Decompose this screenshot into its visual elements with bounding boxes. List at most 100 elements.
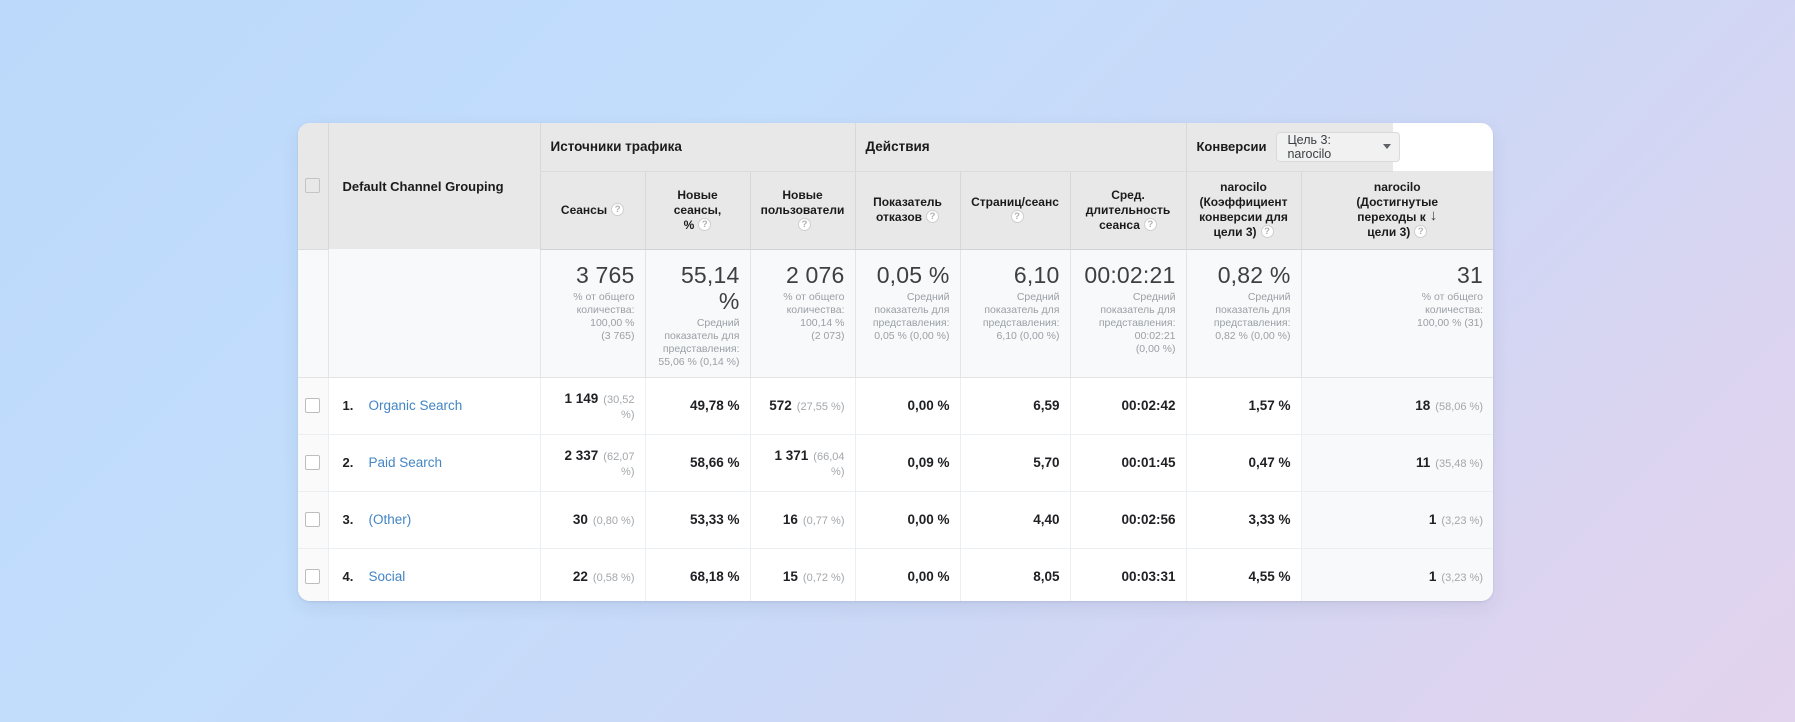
cell-sessions: 2 337 (62,07 %) [539,434,645,492]
row-channel-cell[interactable]: 3. (Other) [327,491,540,549]
help-icon[interactable]: ? [1010,210,1024,224]
help-icon[interactable]: ? [698,217,712,231]
row-checkbox[interactable] [305,569,321,584]
column-header-goal3-comp-line3: переходы к [1357,210,1426,224]
summary-cell-new-users: 2 076 % от общего количества: 100,14 % (… [749,249,855,378]
column-header-pages-per-session[interactable]: Страниц/сеанс ? [959,171,1070,250]
goal-select-dropdown[interactable]: Цель 3: narocilo [1276,131,1401,162]
cell-avg-duration-value: 00:02:56 [1121,512,1176,527]
column-header-bounce-rate-line2: отказов [875,210,923,224]
cell-pages-per-session-value: 4,40 [1033,512,1060,527]
column-header-avg-duration-line2: длительность [1085,202,1171,217]
column-header-avg-duration-line3: сеанса [1099,217,1140,232]
dimension-header-cell[interactable]: Default Channel Grouping [327,123,540,249]
cell-sessions: 30 (0,80 %) [539,491,645,549]
cell-goal3-completions-percent: (3,23 %) [1441,572,1483,584]
summary-goal3-completions-value: 31 [1457,261,1483,288]
cell-pages-per-session: 4,40 [959,491,1070,549]
column-header-new-users-line1: Новые [782,187,823,202]
table-row: 4. Social 22 (0,58 %) 68,18 % 15 (0,72 %) 0… [298,548,1493,601]
table-group-header-row: Default Channel Grouping Источники трафи… [298,123,1493,250]
cell-goal3-completions-percent: (35,48 %) [1435,458,1483,470]
cell-new-sessions-value: 53,33 % [689,512,740,527]
cell-goal3-completions-value: 1 [1428,569,1437,584]
summary-sessions-note: % от общего количества: 100,00 % (3 765) [573,290,635,342]
summary-cell-goal3-rate: 0,82 % Средний показатель для представле… [1185,249,1301,378]
row-rank: 2. [342,455,354,470]
column-header-goal3-rate-line1: narocilo [1220,180,1267,194]
help-icon[interactable]: ? [611,202,625,216]
cell-avg-duration-value: 00:02:42 [1121,398,1176,413]
select-all-header-cell[interactable] [298,123,328,250]
cell-goal3-completions-percent: (58,06 %) [1435,401,1483,413]
summary-goal3-rate-note: Средний показатель для представления: 0,… [1213,290,1291,342]
cell-sessions-value: 30 [572,512,588,527]
help-icon[interactable]: ? [1143,217,1157,231]
sort-descending-arrow-icon[interactable]: ↓ [1430,208,1438,223]
row-select-cell[interactable] [298,377,328,435]
row-checkbox[interactable] [305,512,321,527]
cell-bounce-rate: 0,00 % [854,377,960,435]
column-header-sessions[interactable]: Сеансы? [539,171,645,250]
cell-new-sessions: 49,78 % [644,377,750,435]
row-channel-cell[interactable]: 2. Paid Search [327,434,540,492]
cell-new-sessions: 53,33 % [644,491,750,549]
cell-new-users-percent: (0,77 %) [802,515,845,527]
row-select-cell[interactable] [298,548,328,601]
channel-link[interactable]: (Other) [369,512,412,527]
cell-bounce-rate-value: 0,09 % [907,455,950,470]
row-channel-cell[interactable]: 1. Organic Search [327,377,540,435]
cell-pages-per-session: 5,70 [959,434,1070,492]
cell-new-users-value: 1 371 [774,447,809,463]
row-checkbox[interactable] [305,455,321,470]
page-background: Default Channel Grouping Источники трафи… [0,0,1795,722]
column-header-new-sessions[interactable]: Новые сеансы, %? [644,171,750,250]
cell-new-sessions-value: 68,18 % [689,569,740,584]
column-header-goal3-conversion-rate[interactable]: narocilo (Коэффициент конверсии для цели… [1185,171,1301,250]
column-header-goal3-rate-line3: конверсии для [1199,210,1288,224]
table-row: 3. (Other) 30 (0,80 %) 53,33 % 16 (0,77 %) … [298,491,1493,549]
cell-goal3-rate: 1,57 % [1185,377,1301,435]
select-all-checkbox[interactable] [305,178,321,194]
column-header-sessions-label: Сеансы [560,202,608,217]
table-row: 1. Organic Search 1 149 (30,52 %) 49,78 % … [298,377,1493,435]
channel-link[interactable]: Organic Search [369,398,463,413]
help-icon[interactable]: ? [1414,225,1428,239]
column-header-goal3-rate-line4: цели 3) [1213,225,1257,239]
column-header-goal3-comp-line1: narocilo [1373,180,1421,194]
summary-checkbox-cell [298,249,328,378]
group-header-behavior-label: Действия [865,139,930,155]
column-header-new-sessions-line2: % [683,217,695,232]
row-checkbox[interactable] [305,398,321,413]
column-header-goal3-completions[interactable]: narocilo (Достигнутые переходы к ↓ цели 3… [1300,171,1493,250]
help-icon[interactable]: ? [1260,225,1274,239]
cell-bounce-rate: 0,00 % [854,491,960,549]
help-icon[interactable]: ? [926,210,940,224]
channel-link[interactable]: Social [369,569,406,584]
column-header-bounce-rate[interactable]: Показатель отказов? [854,171,960,250]
cell-new-users-value: 15 [782,569,798,584]
cell-new-users: 1 371 (66,04 %) [749,434,855,492]
column-header-avg-session-duration[interactable]: Сред. длительность сеанса? [1069,171,1186,250]
row-select-cell[interactable] [298,491,328,549]
cell-sessions-value: 22 [572,569,588,584]
summary-dimension-cell [327,249,540,378]
help-icon[interactable]: ? [798,217,811,231]
cell-pages-per-session: 6,59 [959,377,1070,435]
column-header-new-users[interactable]: Новые пользователи ? [749,171,855,250]
row-select-cell[interactable] [298,434,328,492]
row-channel-cell[interactable]: 4. Social [327,548,540,601]
group-header-conversions: Конверсии Цель 3: narocilo [1185,123,1401,172]
cell-avg-duration-value: 00:01:45 [1121,455,1176,470]
cell-sessions-value: 1 149 [564,390,599,406]
summary-sessions-value: 3 765 [575,261,635,288]
summary-cell-goal3-completions: 31 % от общего количества: 100,00 % (31) [1300,249,1493,378]
summary-new-sessions-note: Средний показатель для представления: 55… [658,316,740,368]
channel-link[interactable]: Paid Search [369,455,443,470]
dimension-header-label: Default Channel Grouping [342,178,504,194]
column-header-new-sessions-line1: Новые сеансы, [673,187,722,217]
cell-new-users-percent: (66,04 %) [813,450,845,478]
cell-bounce-rate: 0,09 % [854,434,960,492]
cell-sessions-percent: (0,58 %) [592,572,635,584]
cell-bounce-rate: 0,00 % [854,548,960,601]
